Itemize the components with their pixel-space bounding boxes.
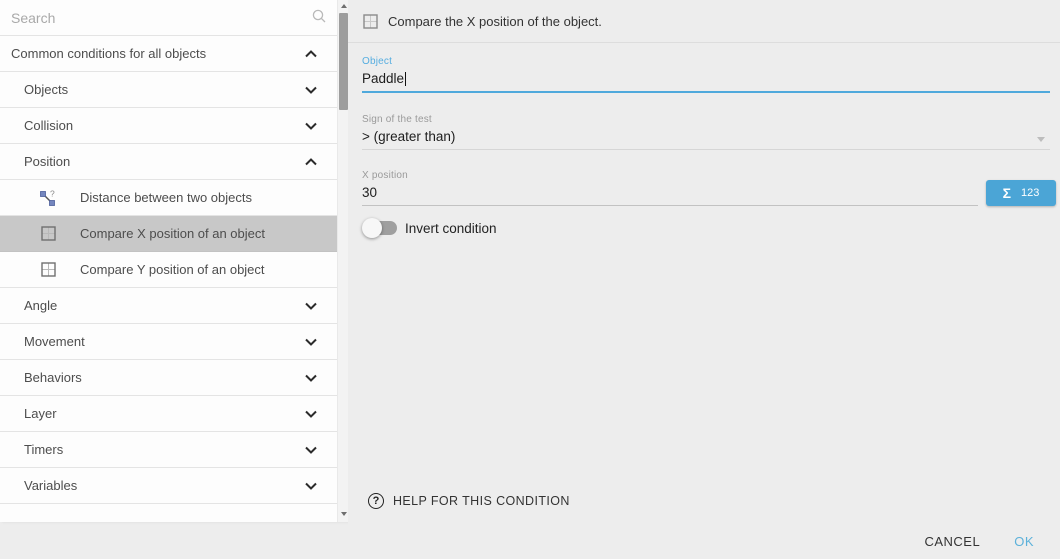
chevron-down-icon	[305, 406, 317, 421]
sidebar-item-position[interactable]: Position	[0, 144, 337, 180]
sidebar-scrollbar[interactable]	[337, 0, 348, 522]
sign-select[interactable]: > (greater than)	[362, 125, 1050, 149]
sidebar-item-layer[interactable]: Layer	[0, 396, 337, 432]
edit-condition-dialog: Common conditions for all objects Object…	[0, 0, 1060, 559]
search-row	[0, 0, 337, 36]
condition-header: Compare the X position of the object.	[348, 0, 1060, 43]
conditions-list: Common conditions for all objects Object…	[0, 0, 337, 522]
condition-item-compare-x-position[interactable]: Compare X position of an object	[0, 216, 337, 252]
x-position-field-label: X position	[362, 170, 978, 181]
numbers-123-icon: 123	[1021, 187, 1039, 199]
sidebar-item-variables[interactable]: Variables	[0, 468, 337, 504]
x-position-field-block: X position 30 Σ 123	[362, 170, 1056, 206]
invert-condition-toggle[interactable]	[364, 221, 397, 235]
object-field-block: Object Paddle	[362, 56, 1050, 93]
chevron-up-icon	[305, 154, 317, 169]
sidebar-item-collision[interactable]: Collision	[0, 108, 337, 144]
toggle-thumb	[362, 218, 382, 238]
sidebar-item-movement[interactable]: Movement	[0, 324, 337, 360]
compare-x-position-icon	[362, 13, 379, 30]
condition-editor-panel: Compare the X position of the object. Ob…	[348, 0, 1060, 559]
compare-x-position-icon	[39, 225, 57, 243]
condition-item-compare-y-position[interactable]: Compare Y position of an object	[0, 252, 337, 288]
chevron-up-icon	[305, 46, 317, 61]
condition-title: Compare the X position of the object.	[388, 14, 602, 29]
invert-condition-label: Invert condition	[405, 221, 497, 236]
chevron-down-icon	[305, 442, 317, 457]
sidebar-item-behaviors[interactable]: Behaviors	[0, 360, 337, 396]
spacer	[348, 239, 1060, 493]
help-question-icon: ?	[368, 493, 384, 509]
sign-field-label: Sign of the test	[362, 114, 1050, 125]
search-input[interactable]	[11, 10, 311, 26]
help-button-label: HELP FOR THIS CONDITION	[393, 494, 570, 508]
chevron-down-icon	[305, 334, 317, 349]
chevron-down-icon	[305, 478, 317, 493]
chevron-down-icon	[305, 298, 317, 313]
help-button[interactable]: ? HELP FOR THIS CONDITION	[348, 493, 1060, 523]
expression-builder-button[interactable]: Σ 123	[986, 180, 1056, 206]
object-field-input[interactable]: Paddle	[362, 67, 1050, 91]
sidebar-item-objects[interactable]: Objects	[0, 72, 337, 108]
sign-field-block: Sign of the test > (greater than)	[362, 114, 1050, 150]
conditions-sidebar: Common conditions for all objects Object…	[0, 0, 348, 522]
distance-icon: ?	[39, 189, 57, 207]
chevron-down-icon	[305, 370, 317, 385]
sidebar-group-common-conditions[interactable]: Common conditions for all objects	[0, 36, 337, 72]
chevron-down-icon	[305, 82, 317, 97]
text-cursor	[405, 72, 406, 86]
sidebar-item-angle[interactable]: Angle	[0, 288, 337, 324]
object-field-label: Object	[362, 56, 1050, 67]
sidebar-item-timers[interactable]: Timers	[0, 432, 337, 468]
ok-button[interactable]: OK	[1014, 534, 1034, 549]
cancel-button[interactable]: CANCEL	[924, 534, 980, 549]
sigma-icon: Σ	[1003, 185, 1011, 201]
condition-item-distance-between-two-objects[interactable]: ? Distance between two objects	[0, 180, 337, 216]
dialog-actions: CANCEL OK	[348, 523, 1060, 559]
invert-condition-row: Invert condition	[362, 217, 1050, 239]
scrollbar-thumb[interactable]	[339, 13, 348, 110]
svg-text:?: ?	[50, 189, 55, 199]
chevron-down-icon	[305, 118, 317, 133]
dropdown-caret-icon	[1037, 137, 1045, 142]
x-position-input[interactable]: 30	[362, 181, 978, 205]
search-icon	[311, 8, 327, 27]
compare-y-position-icon	[39, 261, 57, 279]
